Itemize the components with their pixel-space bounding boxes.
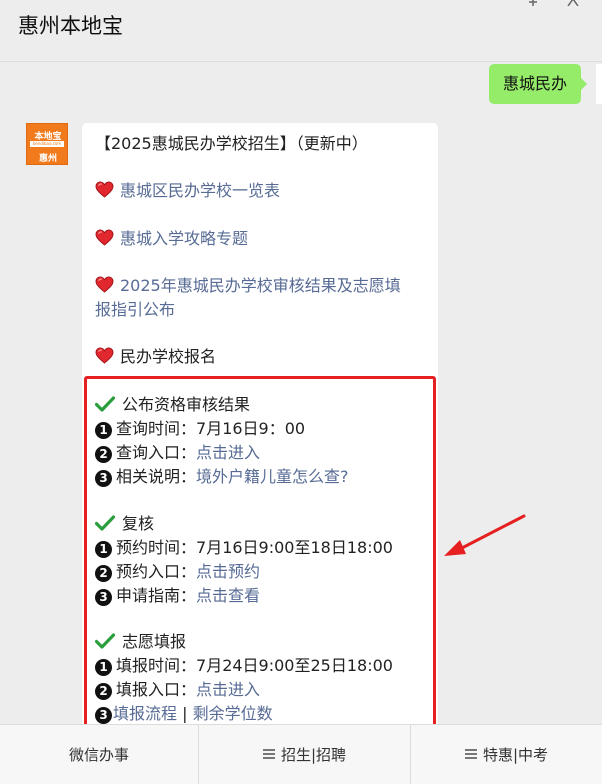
chat-area[interactable]: 惠城民办 本地宝 bendibao.com 惠州 【2025惠城民办学校招生】（…	[0, 62, 602, 724]
menu-label: 招生|招聘	[280, 746, 347, 764]
outgoing-message[interactable]: 惠城民办	[489, 64, 588, 104]
more-icon[interactable]	[566, 0, 580, 6]
link-review-results[interactable]: 2025年惠城民办学校审核结果及志愿填	[120, 276, 401, 295]
private-school-registration-label: 民办学校报名	[120, 347, 217, 366]
link-admission-guide[interactable]: 惠城入学攻略专题	[120, 229, 248, 248]
link-review-results-cont[interactable]: 报指引公布	[95, 300, 175, 319]
red-arrow-icon	[444, 514, 526, 556]
list-item[interactable]: 2025年惠城民办学校审核结果及志愿填	[95, 274, 401, 298]
list-item-continued[interactable]: 报指引公布	[95, 298, 175, 322]
avatar-logo-city: 惠州	[38, 154, 57, 164]
chat-title: 惠州本地宝	[18, 14, 123, 38]
self-avatar[interactable]	[596, 64, 602, 104]
list-item[interactable]: 惠城入学攻略专题	[95, 227, 248, 251]
menu-deals-exam[interactable]: 特惠|中考	[411, 725, 602, 784]
pin-icon[interactable]	[526, 0, 540, 8]
link-school-list[interactable]: 惠城区民办学校一览表	[120, 181, 280, 200]
heart-icon	[95, 276, 114, 293]
menu-wechat-services[interactable]: 微信办事	[0, 725, 199, 784]
chat-header: 惠州本地宝	[0, 0, 602, 62]
heart-icon	[95, 181, 114, 198]
message-heading: 【2025惠城民办学校招生】（更新中）	[95, 134, 368, 153]
heart-icon	[95, 347, 114, 364]
menu-label: 微信办事	[68, 746, 129, 764]
submenu-icon	[464, 749, 477, 759]
submenu-icon	[262, 749, 275, 759]
account-avatar[interactable]: 本地宝 bendibao.com 惠州	[26, 123, 68, 165]
bottom-menu: 微信办事 招生|招聘 特惠|中考	[0, 724, 602, 784]
avatar-logo-url: bendibao.com	[30, 141, 64, 147]
highlight-box	[84, 376, 436, 724]
list-item: 民办学校报名	[95, 345, 216, 369]
menu-recruitment[interactable]: 招生|招聘	[199, 725, 411, 784]
heart-icon	[95, 229, 114, 246]
list-item[interactable]: 惠城区民办学校一览表	[95, 179, 280, 203]
menu-label: 特惠|中考	[482, 746, 549, 764]
